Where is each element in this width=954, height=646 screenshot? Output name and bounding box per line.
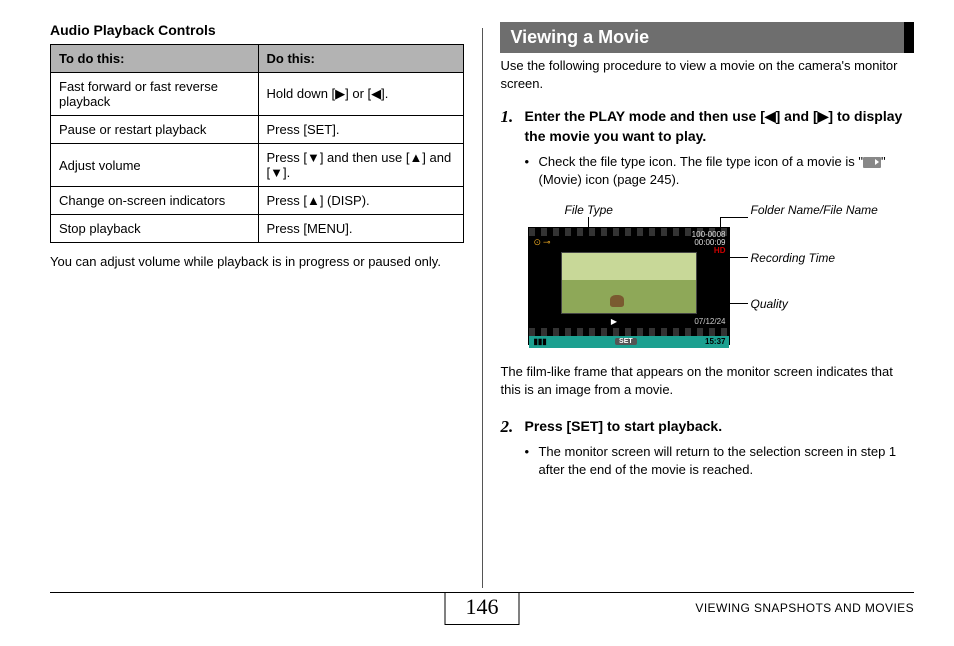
play-icon: ▶ xyxy=(611,317,617,326)
step-2-bullet: The monitor screen will return to the se… xyxy=(538,443,914,479)
movie-frame xyxy=(561,252,697,314)
date-value: 07/12/24 xyxy=(694,317,725,326)
label-recording: Recording Time xyxy=(750,251,835,265)
label-quality: Quality xyxy=(750,297,787,311)
label-file-type: File Type xyxy=(564,203,612,217)
table-row: Change on-screen indicators Press [▲] (D… xyxy=(51,187,464,215)
step-number-1: 1. xyxy=(500,107,524,189)
set-button-indicator: SET xyxy=(615,338,637,345)
movie-figure: File Type Folder Name/File Name Recordin… xyxy=(524,203,914,353)
section-banner: Viewing a Movie xyxy=(500,22,914,53)
th-dothis: Do this: xyxy=(258,45,463,73)
footer-section: VIEWING SNAPSHOTS AND MOVIES xyxy=(695,601,914,615)
controls-table: To do this: Do this: Fast forward or fas… xyxy=(50,44,464,243)
table-row: Fast forward or fast reverse playback Ho… xyxy=(51,73,464,116)
step-1-title: Enter the PLAY mode and then use [◀] and… xyxy=(524,107,914,146)
film-frame-note: The film-like frame that appears on the … xyxy=(500,363,914,399)
lock-icon: ⊙ xyxy=(533,237,541,247)
intro-text: Use the following procedure to view a mo… xyxy=(500,57,914,93)
page-footer: 146 VIEWING SNAPSHOTS AND MOVIES xyxy=(50,592,914,643)
battery-icon: ▮▮▮ xyxy=(533,337,546,346)
table-row: Pause or restart playback Press [SET]. xyxy=(51,116,464,144)
step-2-title: Press [SET] to start playback. xyxy=(524,417,914,437)
step-1-bullet: Check the file type icon. The file type … xyxy=(538,153,914,189)
page-number: 146 xyxy=(445,592,520,625)
label-folder: Folder Name/File Name xyxy=(750,203,877,217)
audio-controls-heading: Audio Playback Controls xyxy=(50,22,464,38)
table-row: Stop playback Press [MENU]. xyxy=(51,215,464,243)
movie-icon xyxy=(863,157,881,168)
th-todo: To do this: xyxy=(51,45,259,73)
clock-value: 15:37 xyxy=(705,337,725,346)
key-icon: ⊸ xyxy=(543,237,551,247)
camera-screen: ⊙⊸ 100-0008 00:00:09 HD ▶ 07/12/24 ▮▮▮ xyxy=(528,227,730,345)
volume-note: You can adjust volume while playback is … xyxy=(50,253,464,272)
step-number-2: 2. xyxy=(500,417,524,479)
table-row: Adjust volume Press [▼] and then use [▲]… xyxy=(51,144,464,187)
